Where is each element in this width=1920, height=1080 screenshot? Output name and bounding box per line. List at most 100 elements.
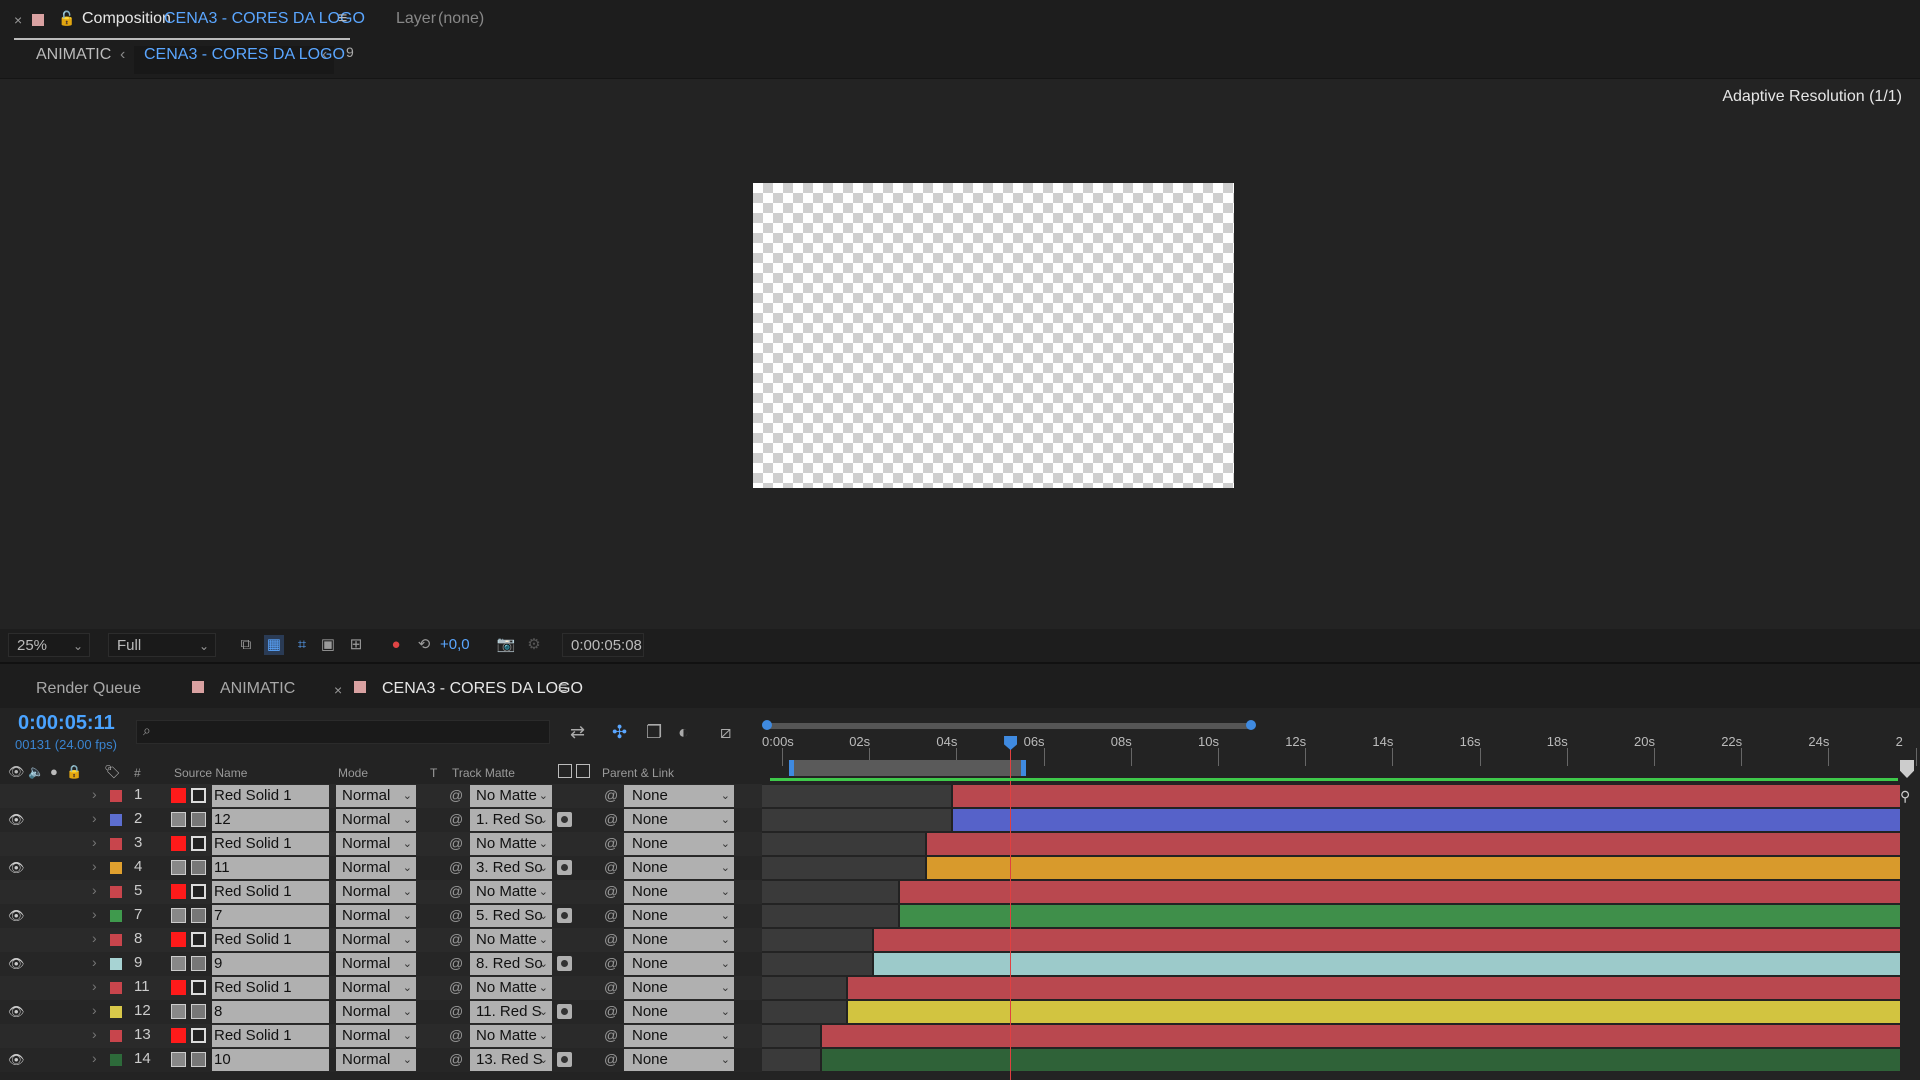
eye-icon[interactable]: 👁: [8, 860, 25, 876]
resolution-dropdown[interactable]: Full ⌄: [108, 633, 216, 657]
frame-blending-icon[interactable]: ❐: [646, 722, 662, 743]
matte-pickwhip-icon[interactable]: @: [449, 835, 463, 851]
track-matte-dropdown[interactable]: No Matte ⌄: [470, 1025, 552, 1047]
layer-source-name[interactable]: Red Solid 1: [212, 833, 329, 855]
layer-duration-bar[interactable]: [898, 905, 1900, 927]
expand-arrow-icon[interactable]: ›: [92, 1050, 97, 1066]
track-matte-dropdown[interactable]: 11. Red S ⌄: [470, 1001, 552, 1023]
blend-mode-dropdown[interactable]: Normal ⌄: [336, 929, 416, 951]
blend-mode-dropdown[interactable]: Normal ⌄: [336, 809, 416, 831]
label-color-swatch[interactable]: [110, 790, 122, 802]
layer-duration-bar[interactable]: [872, 929, 1900, 951]
tab-animatic[interactable]: ANIMATIC: [220, 680, 295, 698]
layer-source-name[interactable]: 11: [212, 857, 329, 879]
parent-dropdown[interactable]: None ⌄: [624, 785, 734, 807]
layer-duration-bar[interactable]: [950, 785, 1900, 807]
parent-pickwhip-icon[interactable]: @: [604, 1027, 618, 1043]
layer-row[interactable]: 👁 › 14 10 Normal ⌄ @ 13. Red S ⌄ @ None ⌄: [0, 1048, 762, 1072]
label-color-swatch[interactable]: [110, 958, 122, 970]
blend-mode-dropdown[interactable]: Normal ⌄: [336, 977, 416, 999]
track-matte-dropdown[interactable]: 3. Red So ⌄: [470, 857, 552, 879]
close-icon[interactable]: ×: [334, 682, 342, 698]
parent-pickwhip-icon[interactable]: @: [604, 859, 618, 875]
layer-search-input[interactable]: ⌕: [136, 720, 550, 744]
parent-dropdown[interactable]: None ⌄: [624, 833, 734, 855]
current-time-display[interactable]: 0:00:05:11: [18, 712, 115, 735]
blend-mode-dropdown[interactable]: Normal ⌄: [336, 785, 416, 807]
parent-dropdown[interactable]: None ⌄: [624, 809, 734, 831]
label-color-swatch[interactable]: [110, 934, 122, 946]
parent-dropdown[interactable]: None ⌄: [624, 953, 734, 975]
comp-flowchart-icon[interactable]: ⇄: [570, 722, 585, 743]
parent-dropdown[interactable]: None ⌄: [624, 1001, 734, 1023]
show-snapshot-icon[interactable]: ⚙: [524, 635, 544, 655]
track-matte-dropdown[interactable]: 5. Red So ⌄: [470, 905, 552, 927]
expand-arrow-icon[interactable]: ›: [92, 810, 97, 826]
parent-pickwhip-icon[interactable]: @: [604, 907, 618, 923]
parent-dropdown[interactable]: None ⌄: [624, 977, 734, 999]
layer-source-name[interactable]: 10: [212, 1049, 329, 1071]
matte-type-icon[interactable]: [557, 1052, 572, 1067]
label-color-swatch[interactable]: [110, 1030, 122, 1042]
matte-type-icon[interactable]: [557, 956, 572, 971]
layer-row[interactable]: 👁 › 5 Red Solid 1 Normal⌄ @ No Matte⌄ @ …: [0, 880, 762, 904]
blend-mode-dropdown[interactable]: Normal ⌄: [336, 905, 416, 927]
parent-pickwhip-icon[interactable]: @: [604, 1051, 618, 1067]
eye-icon[interactable]: 👁: [8, 1052, 25, 1068]
label-color-swatch[interactable]: [110, 838, 122, 850]
parent-pickwhip-icon[interactable]: @: [604, 835, 618, 851]
layer-source-name[interactable]: Red Solid 1: [212, 929, 329, 951]
label-color-swatch[interactable]: [110, 1054, 122, 1066]
layer-duration-bar[interactable]: [924, 833, 1900, 855]
layer-row[interactable]: 👁 › 13 Red Solid 1 Normal⌄ @ No Matte⌄ @…: [0, 1024, 762, 1048]
blend-mode-dropdown[interactable]: Normal ⌄: [336, 953, 416, 975]
matte-pickwhip-icon[interactable]: @: [449, 979, 463, 995]
eye-icon[interactable]: 👁: [8, 908, 25, 924]
motion-blur-icon[interactable]: ◐: [678, 722, 689, 743]
track-matte-dropdown[interactable]: 1. Red So ⌄: [470, 809, 552, 831]
panel-menu-icon[interactable]: ≡: [338, 10, 347, 28]
matte-pickwhip-icon[interactable]: @: [449, 955, 463, 971]
layer-row[interactable]: 👁 › 2 12 Normal ⌄ @ 1. Red So ⌄ @ None ⌄: [0, 808, 762, 832]
current-time-field[interactable]: 0:00:05:08: [562, 633, 644, 657]
mask-visibility-icon[interactable]: ⌗: [292, 635, 312, 655]
layer-duration-bar[interactable]: [846, 1001, 1900, 1023]
parent-pickwhip-icon[interactable]: @: [604, 931, 618, 947]
matte-pickwhip-icon[interactable]: @: [449, 1051, 463, 1067]
parent-dropdown[interactable]: None ⌄: [624, 1049, 734, 1071]
layer-source-name[interactable]: Red Solid 1: [212, 785, 329, 807]
layer-source-name[interactable]: 12: [212, 809, 329, 831]
layer-source-name[interactable]: Red Solid 1: [212, 881, 329, 903]
expand-arrow-icon[interactable]: ›: [92, 882, 97, 898]
navigator-start-handle[interactable]: [762, 720, 772, 730]
layer-row[interactable]: 👁 › 12 8 Normal ⌄ @ 11. Red S ⌄ @ None ⌄: [0, 1000, 762, 1024]
layer-row[interactable]: 👁 › 11 Red Solid 1 Normal⌄ @ No Matte⌄ @…: [0, 976, 762, 1000]
transparency-grid-canvas[interactable]: [753, 183, 1234, 488]
track-matte-dropdown[interactable]: 8. Red So ⌄: [470, 953, 552, 975]
track-matte-dropdown[interactable]: No Matte ⌄: [470, 833, 552, 855]
matte-pickwhip-icon[interactable]: @: [449, 907, 463, 923]
expand-arrow-icon[interactable]: ›: [92, 930, 97, 946]
layer-row[interactable]: 👁 › 4 11 Normal ⌄ @ 3. Red So ⌄ @ None ⌄: [0, 856, 762, 880]
time-navigator[interactable]: [762, 720, 1256, 730]
lock-icon[interactable]: 🔓: [58, 10, 75, 27]
layer-source-name[interactable]: 7: [212, 905, 329, 927]
matte-type-icon[interactable]: [557, 860, 572, 875]
blend-mode-dropdown[interactable]: Normal ⌄: [336, 1001, 416, 1023]
breadcrumb-current[interactable]: CENA3 - CORES DA LOGO: [144, 46, 345, 64]
track-matte-dropdown[interactable]: No Matte ⌄: [470, 785, 552, 807]
layer-source-name[interactable]: Red Solid 1: [212, 1025, 329, 1047]
navigator-end-handle[interactable]: [1246, 720, 1256, 730]
layer-duration-bar[interactable]: [819, 1025, 1900, 1047]
channel-icon[interactable]: ●: [386, 635, 406, 655]
matte-pickwhip-icon[interactable]: @: [449, 859, 463, 875]
tab-render-queue[interactable]: Render Queue: [36, 680, 141, 698]
exposure-reset-icon[interactable]: ⟲: [414, 635, 434, 655]
layer-duration-bar[interactable]: [819, 1049, 1900, 1071]
parent-dropdown[interactable]: None ⌄: [624, 1025, 734, 1047]
breadcrumb-parent[interactable]: ANIMATIC: [36, 46, 111, 64]
label-color-swatch[interactable]: [110, 982, 122, 994]
matte-type-icon[interactable]: [557, 908, 572, 923]
expand-arrow-icon[interactable]: ›: [92, 786, 97, 802]
track-matte-dropdown[interactable]: No Matte ⌄: [470, 881, 552, 903]
